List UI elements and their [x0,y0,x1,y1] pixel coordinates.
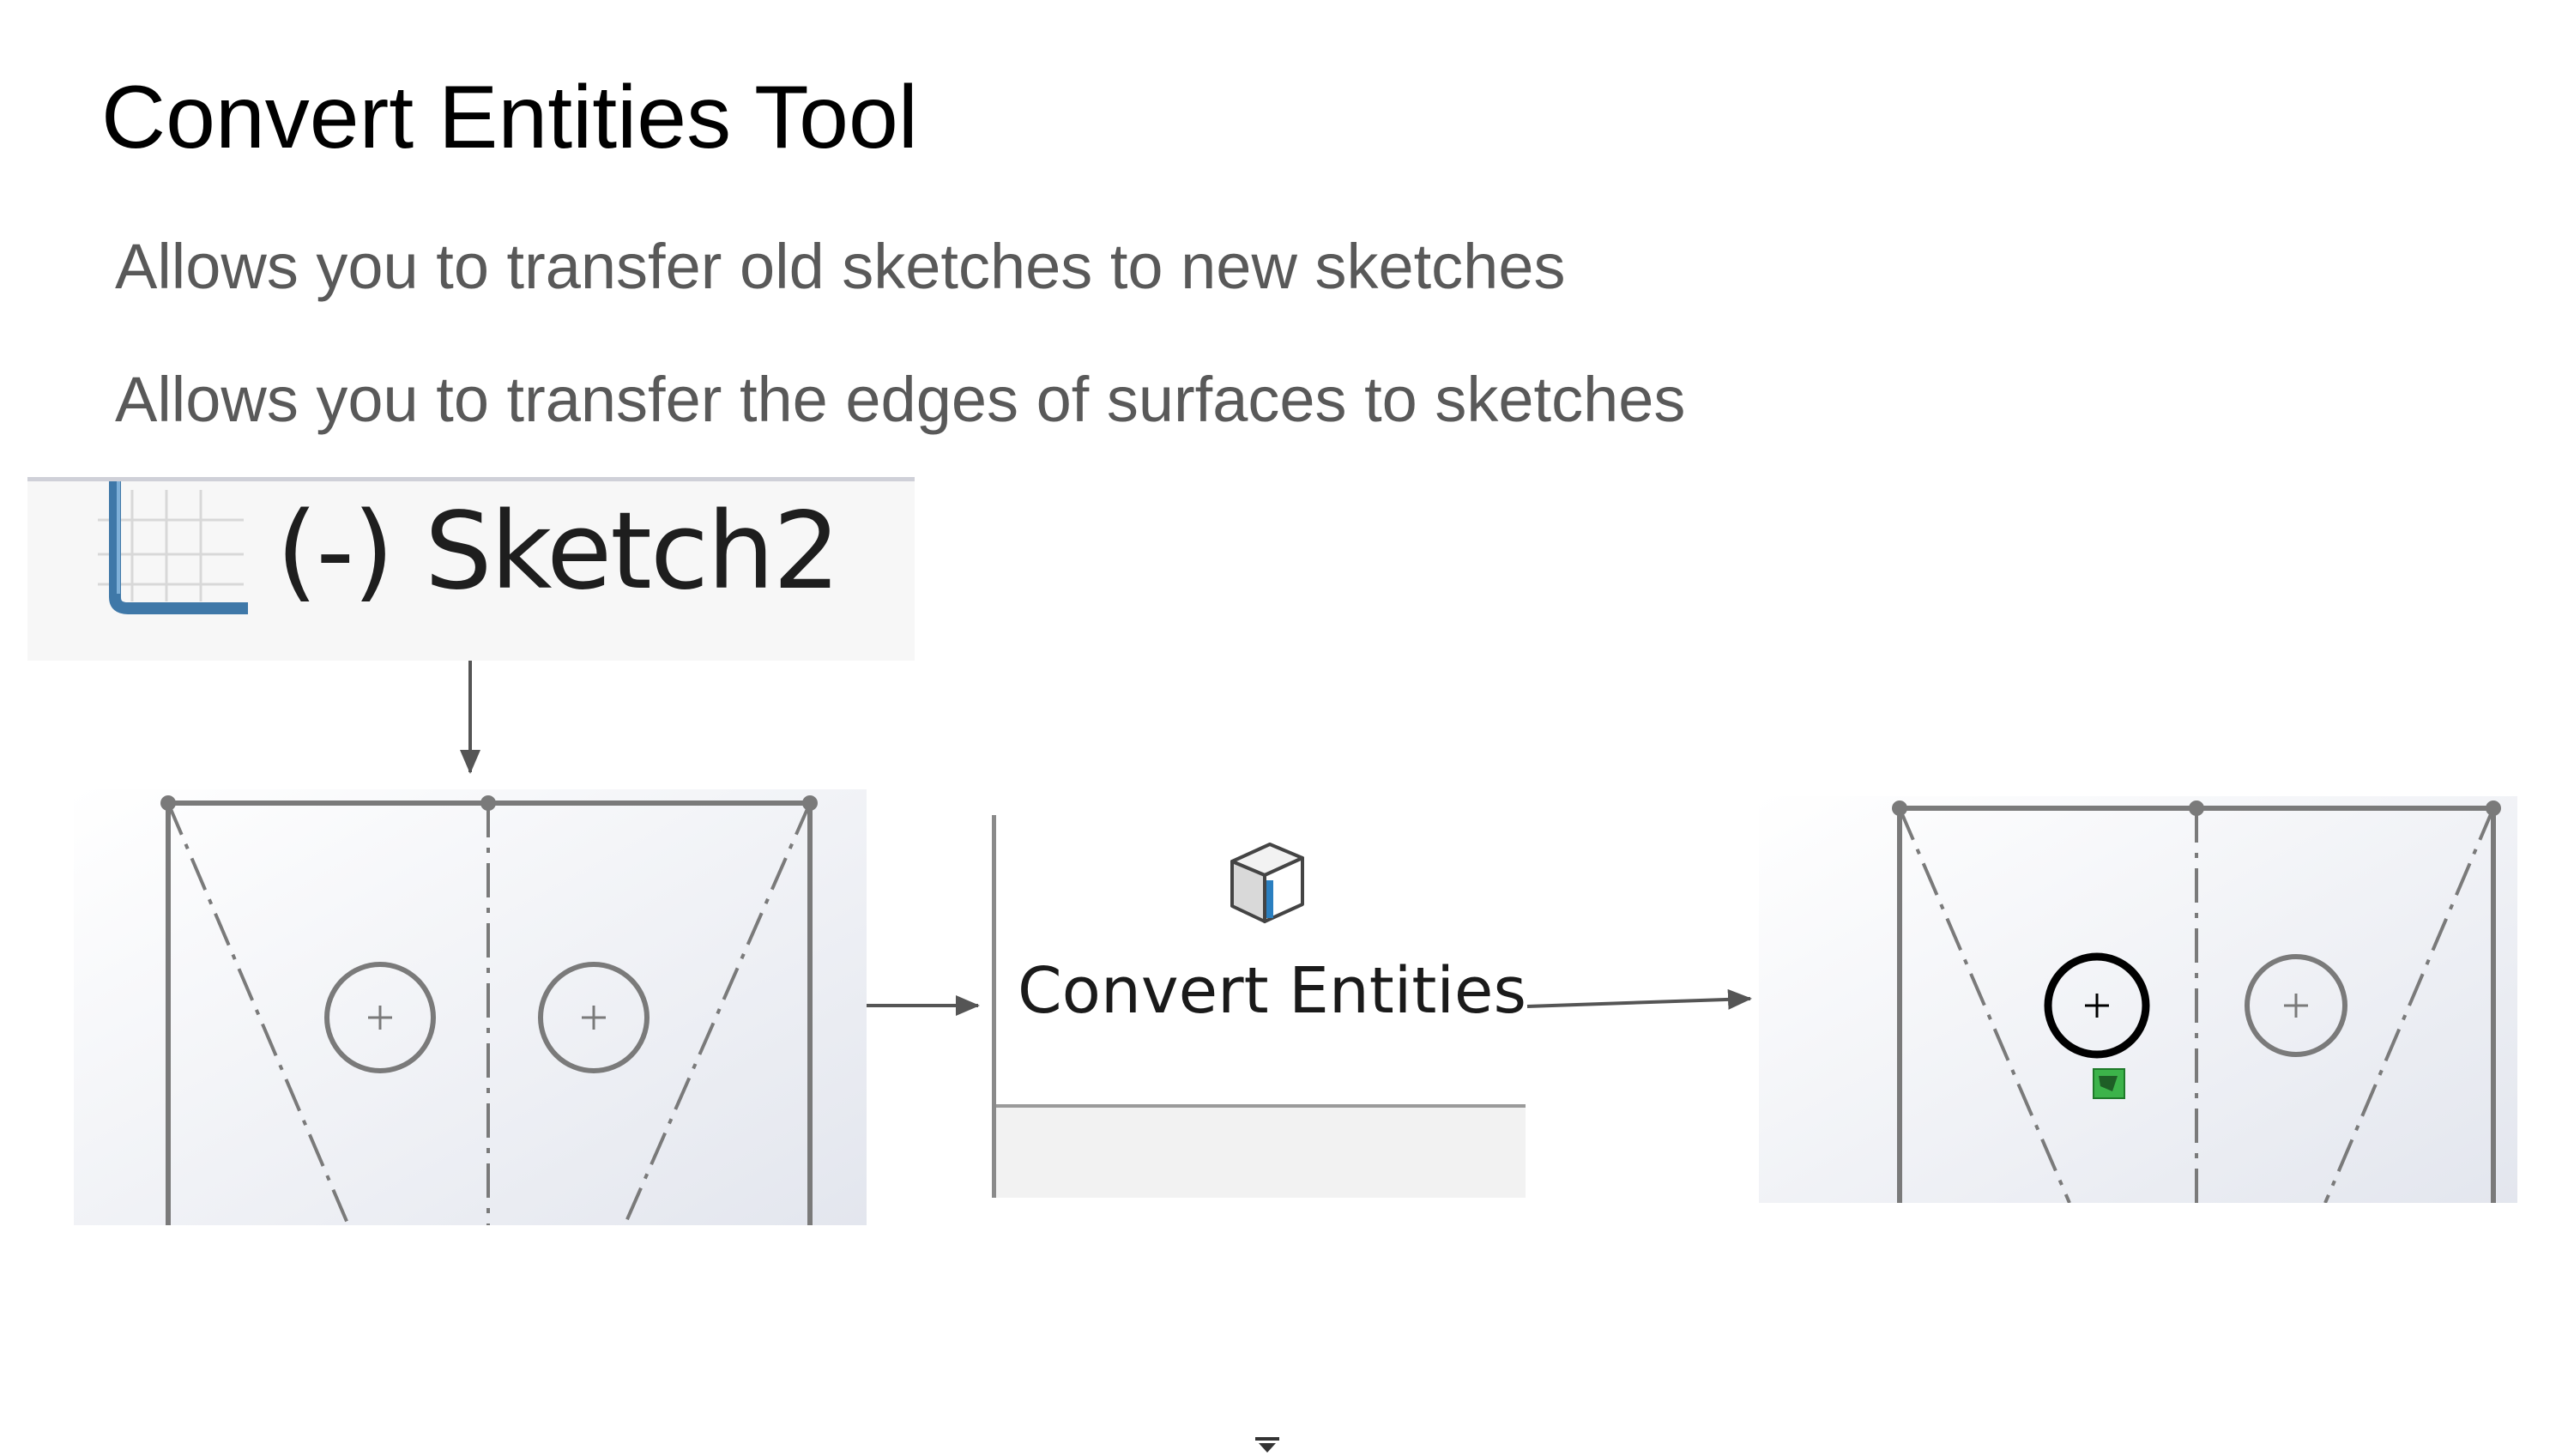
flow-arrows [460,661,1752,1016]
bullet-point: Allows you to transfer the edges of surf… [115,364,1686,435]
chevron-down-icon [1255,1437,1279,1453]
convert-entities-icon [1230,843,1304,923]
convert-entities-label: Convert Entities [1018,954,1527,1028]
bullet-point: Allows you to transfer old sketches to n… [115,231,1566,302]
feature-tree-item-sketch2[interactable]: (-) Sketch2 [27,477,915,661]
feature-tree-label: (-) Sketch2 [276,490,841,613]
sketch-after-panel [1759,796,2517,1203]
slide-title: Convert Entities Tool [101,68,918,167]
arrow-button-to-result [1526,988,1752,1010]
on-edge-relation-badge [2093,1068,2125,1099]
convert-entities-button[interactable]: Convert Entities [992,815,1527,1453]
convert-entities-dropdown[interactable] [996,1104,1526,1453]
sketch-before-panel [74,789,867,1225]
sketch-icon [98,481,248,614]
